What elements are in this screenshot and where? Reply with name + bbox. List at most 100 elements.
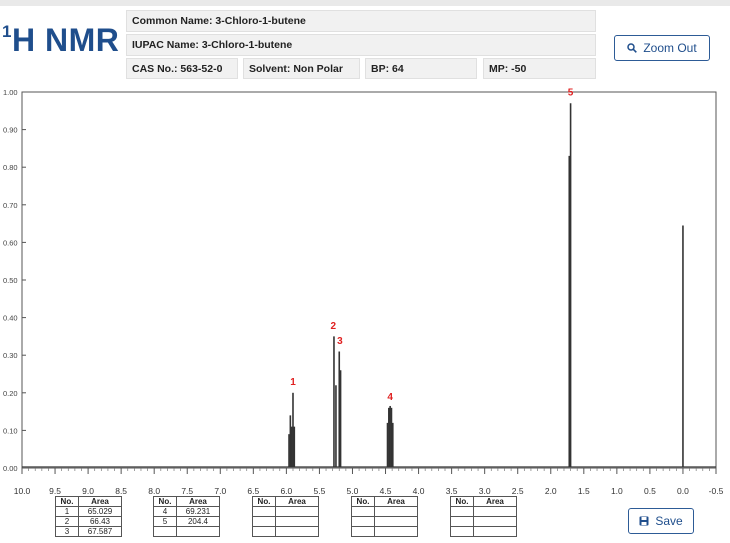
- x-tick-label: 5.0: [347, 486, 359, 496]
- table-row: 3 67.587: [55, 526, 122, 537]
- table-header-area: Area: [473, 496, 517, 507]
- table-header-no: No.: [450, 496, 474, 507]
- table-row: [450, 516, 517, 527]
- table-row: [252, 516, 319, 527]
- peak-area-cell: [473, 506, 517, 517]
- x-tick-label: 3.0: [479, 486, 491, 496]
- table-header-area: Area: [78, 496, 122, 507]
- peak-area-cell: [473, 516, 517, 527]
- peak-area-cell: 66.43: [78, 516, 122, 527]
- table-header-no: No.: [351, 496, 375, 507]
- integration-table: No. Area: [450, 496, 517, 537]
- peak-number-cell: 3: [55, 526, 79, 537]
- y-tick-label: 1.00: [3, 88, 18, 97]
- peak-number-cell: 4: [153, 506, 177, 517]
- peak-label: 2: [331, 321, 337, 332]
- integration-table: No. Area: [252, 496, 319, 537]
- table-row: 2 66.43: [55, 516, 122, 527]
- x-tick-label: 10.0: [14, 486, 31, 496]
- integration-table: No. Area 4 69.231 5 204.4: [153, 496, 220, 537]
- x-tick-label: 6.0: [280, 486, 292, 496]
- peak-number-cell: 2: [55, 516, 79, 527]
- x-tick-label: 8.0: [148, 486, 160, 496]
- peak-number-cell: [450, 506, 474, 517]
- floppy-disk-icon: [639, 516, 649, 526]
- y-tick-label: 0.30: [3, 351, 18, 360]
- peak-area-cell: [275, 506, 319, 517]
- x-tick-label: 4.0: [413, 486, 425, 496]
- table-header-no: No.: [55, 496, 79, 507]
- x-tick-label: 4.5: [380, 486, 392, 496]
- x-tick-label: 2.5: [512, 486, 524, 496]
- x-tick-label: 1.0: [611, 486, 623, 496]
- x-tick-label: 0.5: [644, 486, 656, 496]
- peak-number-cell: [351, 506, 375, 517]
- table-row: [153, 526, 220, 537]
- peak-area-cell: 69.231: [176, 506, 220, 517]
- x-tick-label: 7.0: [214, 486, 226, 496]
- nmr-spectrum-chart[interactable]: 0.00 0.10 0.20 0.30 0.40 0.50 0.60 0.70 0.80 0.90…: [0, 0, 730, 543]
- y-tick-label: 0.90: [3, 126, 18, 135]
- table-row: [252, 526, 319, 537]
- y-tick-label: 0.60: [3, 238, 18, 247]
- peak-number-cell: [351, 516, 375, 527]
- peak-label: 3: [337, 336, 343, 347]
- peak-number-cell: [252, 506, 276, 517]
- y-tick-label: 0.40: [3, 314, 18, 323]
- y-tick-label: 0.80: [3, 163, 18, 172]
- table-row: 5 204.4: [153, 516, 220, 527]
- peak-number-cell: 1: [55, 506, 79, 517]
- peak-number-cell: [252, 526, 276, 537]
- table-row: [351, 506, 418, 517]
- peak-number-cell: [450, 526, 474, 537]
- table-row: [351, 526, 418, 537]
- x-tick-label: 6.5: [247, 486, 259, 496]
- table-header-no: No.: [252, 496, 276, 507]
- x-tick-label: -0.5: [709, 486, 724, 496]
- peak-number-cell: 5: [153, 516, 177, 527]
- peak-number-cell: [252, 516, 276, 527]
- table-header-area: Area: [275, 496, 319, 507]
- y-tick-label: 0.50: [3, 276, 18, 285]
- table-row: [252, 506, 319, 517]
- x-tick-label: 9.0: [82, 486, 94, 496]
- table-header-no: No.: [153, 496, 177, 507]
- peak-number-cell: [450, 516, 474, 527]
- x-tick-label: 5.5: [314, 486, 326, 496]
- x-tick-label: 2.0: [545, 486, 557, 496]
- save-label: Save: [655, 514, 683, 528]
- peak-area-cell: [374, 516, 418, 527]
- peak-area-cell: 65.029: [78, 506, 122, 517]
- table-row: [450, 526, 517, 537]
- peak-label: 5: [568, 88, 574, 99]
- peak-area-cell: 67.587: [78, 526, 122, 537]
- x-tick-label: 0.0: [677, 486, 689, 496]
- peak-area-cell: [374, 526, 418, 537]
- table-row: [450, 506, 517, 517]
- y-tick-label: 0.20: [3, 389, 18, 398]
- peak-label: 4: [387, 392, 393, 403]
- y-tick-label: 0.10: [3, 426, 18, 435]
- peak-area-cell: [176, 526, 220, 537]
- peak-label: 1: [290, 377, 296, 388]
- peak-area-cell: 204.4: [176, 516, 220, 527]
- table-row: 4 69.231: [153, 506, 220, 517]
- peak-area-cell: [473, 526, 517, 537]
- peak-number-cell: [351, 526, 375, 537]
- x-tick-label: 8.5: [115, 486, 127, 496]
- y-tick-label: 0.00: [3, 464, 18, 473]
- table-header-area: Area: [374, 496, 418, 507]
- peak-number-cell: [153, 526, 177, 537]
- y-tick-label: 0.70: [3, 201, 18, 210]
- peak-area-cell: [275, 526, 319, 537]
- x-tick-label: 3.5: [446, 486, 458, 496]
- peak-area-cell: [275, 516, 319, 527]
- table-header-area: Area: [176, 496, 220, 507]
- save-button[interactable]: Save: [628, 508, 694, 534]
- integration-table: No. Area 1 65.029 2 66.43 3 67.587: [55, 496, 122, 537]
- x-tick-label: 7.5: [181, 486, 193, 496]
- table-row: 1 65.029: [55, 506, 122, 517]
- plot-frame: [21, 91, 717, 469]
- peak-area-cell: [374, 506, 418, 517]
- x-tick-label: 9.5: [49, 486, 61, 496]
